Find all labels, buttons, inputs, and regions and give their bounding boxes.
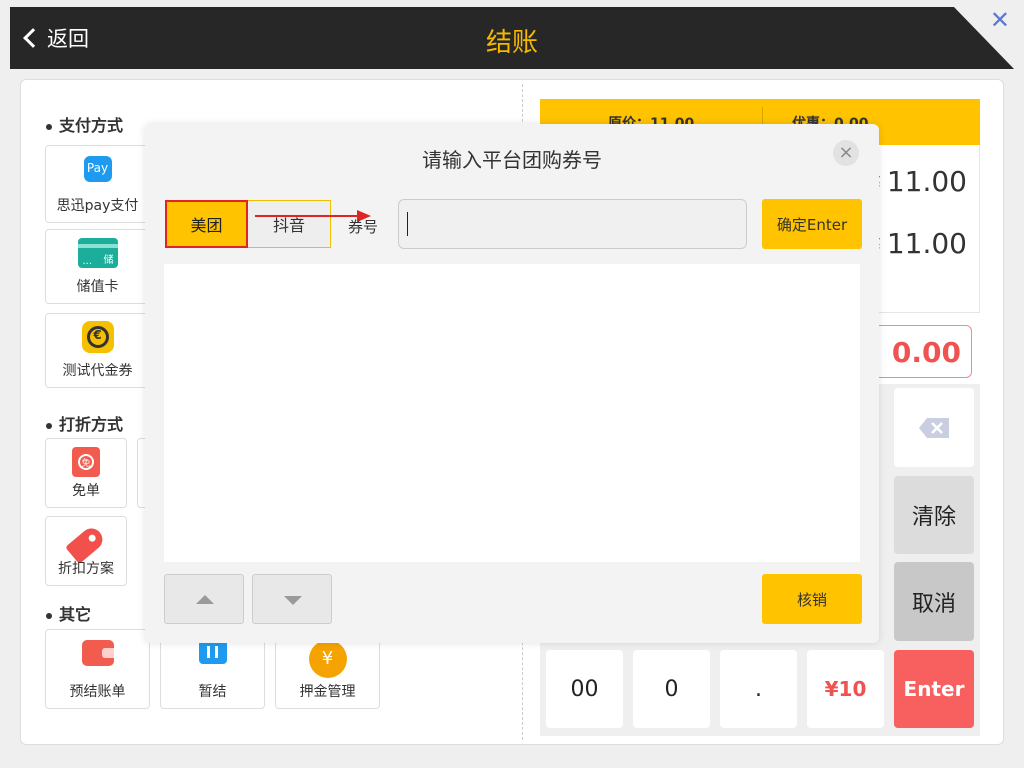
other-label: 暂结 [198, 684, 227, 700]
redeem-button[interactable]: 核销 [762, 574, 862, 624]
coupon-list [164, 264, 860, 562]
discount-label: 折扣方案 [58, 561, 114, 577]
deposit-icon: ¥ [308, 640, 347, 678]
cancel-key[interactable]: 取消 [894, 562, 974, 641]
amount-due: ¥11.00 [868, 165, 967, 198]
other-label: 押金管理 [299, 684, 356, 700]
section-title-discount: 打折方式 [46, 411, 123, 435]
payment-method-stored-card[interactable]: 储 ... 储值卡 [45, 229, 150, 304]
free-order-icon: 免 [72, 447, 100, 477]
payment-method-label: 测试代金券 [62, 363, 133, 379]
coupon-label: 券号 [348, 218, 379, 236]
discount-scheme[interactable]: 折扣方案 [45, 516, 127, 586]
payment-method-pay[interactable]: Pay 思迅pay支付 [45, 145, 150, 223]
section-title-payment: 支付方式 [46, 112, 123, 136]
discount-free-order[interactable]: 免 免单 [45, 438, 127, 508]
clear-key[interactable]: 清除 [894, 476, 974, 554]
key-yen10[interactable]: ¥10 [807, 650, 884, 728]
close-icon[interactable]: ✕ [990, 8, 1010, 32]
page-down-button[interactable] [252, 574, 332, 624]
backspace-key[interactable] [894, 388, 974, 467]
discount-label: 免单 [72, 483, 100, 499]
wallet-icon [81, 640, 114, 666]
coupon-dialog: 请输入平台团购券号 × 美团 抖音 券号 确定Enter 核销 [145, 124, 879, 643]
pause-icon [198, 640, 227, 664]
payment-method-label: 思迅pay支付 [56, 198, 139, 214]
section-title-other: 其它 [46, 601, 91, 625]
payment-method-label: 储值卡 [76, 279, 119, 295]
dialog-title: 请输入平台团购券号 [422, 148, 602, 172]
key-0[interactable]: 0 [633, 650, 710, 728]
dialog-close-icon[interactable]: × [833, 140, 859, 166]
enter-key[interactable]: Enter [894, 650, 974, 728]
key-dot[interactable]: . [720, 650, 797, 728]
other-label: 预结账单 [69, 684, 126, 700]
tab-meituan[interactable]: 美团 [165, 200, 248, 248]
stored-value-card-icon: 储 ... [77, 238, 118, 268]
top-bar: 返回 结账 [10, 6, 1015, 70]
pay-icon: Pay [83, 156, 112, 182]
payment-amount-value: 0.00 [891, 336, 961, 369]
key-00[interactable]: 00 [546, 650, 623, 728]
page-up-button[interactable] [164, 574, 244, 624]
coupon-input[interactable] [398, 199, 747, 249]
text-caret [407, 212, 408, 236]
payment-method-voucher[interactable]: € 测试代金券 [45, 313, 150, 388]
page-title: 结账 [485, 28, 538, 58]
arrow-down-icon [284, 596, 302, 605]
arrow-up-icon [196, 595, 214, 604]
voucher-icon: € [81, 321, 114, 353]
confirm-button[interactable]: 确定Enter [762, 199, 862, 249]
amount-received: ¥11.00 [868, 227, 967, 260]
backspace-icon [919, 417, 949, 438]
other-prebill[interactable]: 预结账单 [45, 629, 150, 709]
